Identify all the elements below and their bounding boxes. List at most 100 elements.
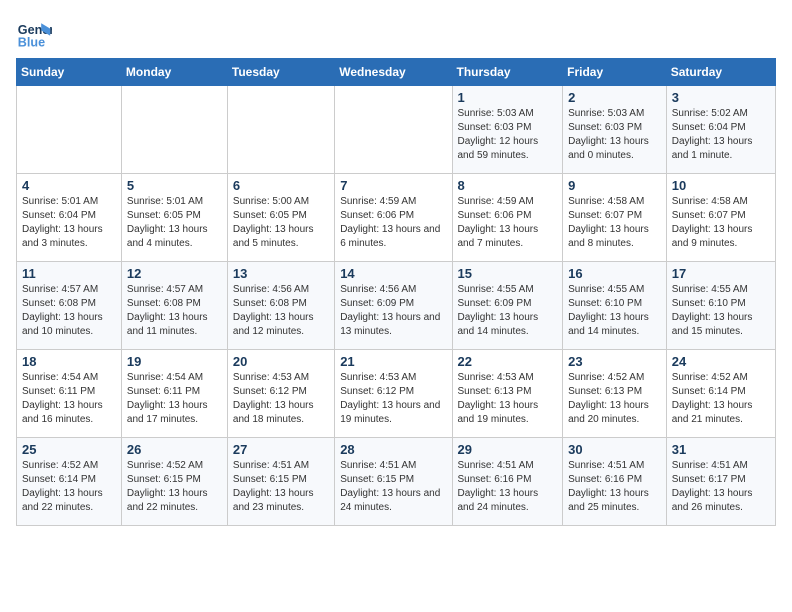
- day-cell: 13 Sunrise: 4:56 AMSunset: 6:08 PMDayligh…: [227, 262, 334, 350]
- day-info: Sunrise: 4:53 AMSunset: 6:13 PMDaylight:…: [458, 371, 558, 427]
- day-info: Sunrise: 4:53 AMSunset: 6:12 PMDaylight:…: [233, 371, 329, 427]
- day-number: 26: [127, 442, 222, 457]
- header-row: SundayMondayTuesdayWednesdayThursdayFrid…: [17, 59, 776, 86]
- day-info: Sunrise: 4:54 AMSunset: 6:11 PMDaylight:…: [22, 371, 116, 427]
- day-cell: 19 Sunrise: 4:54 AMSunset: 6:11 PMDayligh…: [121, 350, 227, 438]
- day-number: 24: [672, 354, 770, 369]
- day-cell: 9 Sunrise: 4:58 AMSunset: 6:07 PMDaylight…: [563, 174, 667, 262]
- day-info: Sunrise: 4:58 AMSunset: 6:07 PMDaylight:…: [568, 195, 661, 251]
- col-header-thursday: Thursday: [452, 59, 563, 86]
- day-cell: [121, 86, 227, 174]
- day-number: 23: [568, 354, 661, 369]
- day-number: 4: [22, 178, 116, 193]
- day-cell: 22 Sunrise: 4:53 AMSunset: 6:13 PMDayligh…: [452, 350, 563, 438]
- day-number: 22: [458, 354, 558, 369]
- day-number: 5: [127, 178, 222, 193]
- day-number: 18: [22, 354, 116, 369]
- day-cell: 10Sunrise: 4:58 AMSunset: 6:07 PMDayligh…: [666, 174, 775, 262]
- day-info: Sunrise: 4:52 AMSunset: 6:14 PMDaylight:…: [672, 371, 770, 427]
- day-info: Sunrise: 5:01 AMSunset: 6:05 PMDaylight:…: [127, 195, 222, 251]
- day-info: Sunrise: 4:56 AMSunset: 6:09 PMDaylight:…: [340, 283, 446, 339]
- week-row-4: 18 Sunrise: 4:54 AMSunset: 6:11 PMDayligh…: [17, 350, 776, 438]
- day-number: 1: [458, 90, 558, 105]
- day-info: Sunrise: 4:58 AMSunset: 6:07 PMDaylight:…: [672, 195, 770, 251]
- day-number: 30: [568, 442, 661, 457]
- day-number: 16: [568, 266, 661, 281]
- day-number: 25: [22, 442, 116, 457]
- day-cell: 21 Sunrise: 4:53 AMSunset: 6:12 PMDayligh…: [335, 350, 452, 438]
- day-number: 20: [233, 354, 329, 369]
- day-info: Sunrise: 4:55 AMSunset: 6:09 PMDaylight:…: [458, 283, 558, 339]
- col-header-sunday: Sunday: [17, 59, 122, 86]
- day-info: Sunrise: 4:59 AMSunset: 6:06 PMDaylight:…: [340, 195, 446, 251]
- col-header-tuesday: Tuesday: [227, 59, 334, 86]
- day-info: Sunrise: 5:02 AMSunset: 6:04 PMDaylight:…: [672, 107, 770, 163]
- day-number: 21: [340, 354, 446, 369]
- day-info: Sunrise: 4:51 AMSunset: 6:15 PMDaylight:…: [233, 459, 329, 515]
- day-info: Sunrise: 4:57 AMSunset: 6:08 PMDaylight:…: [22, 283, 116, 339]
- day-cell: 30Sunrise: 4:51 AMSunset: 6:16 PMDayligh…: [563, 438, 667, 526]
- day-info: Sunrise: 4:56 AMSunset: 6:08 PMDaylight:…: [233, 283, 329, 339]
- day-info: Sunrise: 4:52 AMSunset: 6:13 PMDaylight:…: [568, 371, 661, 427]
- day-cell: [227, 86, 334, 174]
- day-cell: 18 Sunrise: 4:54 AMSunset: 6:11 PMDayligh…: [17, 350, 122, 438]
- calendar-table: SundayMondayTuesdayWednesdayThursdayFrid…: [16, 58, 776, 526]
- day-cell: 5 Sunrise: 5:01 AMSunset: 6:05 PMDaylight…: [121, 174, 227, 262]
- day-number: 15: [458, 266, 558, 281]
- day-info: Sunrise: 4:51 AMSunset: 6:17 PMDaylight:…: [672, 459, 770, 515]
- day-cell: 26 Sunrise: 4:52 AMSunset: 6:15 PMDayligh…: [121, 438, 227, 526]
- day-cell: 17Sunrise: 4:55 AMSunset: 6:10 PMDayligh…: [666, 262, 775, 350]
- day-number: 14: [340, 266, 446, 281]
- day-number: 27: [233, 442, 329, 457]
- day-info: Sunrise: 4:51 AMSunset: 6:15 PMDaylight:…: [340, 459, 446, 515]
- day-cell: 4 Sunrise: 5:01 AMSunset: 6:04 PMDaylight…: [17, 174, 122, 262]
- day-cell: 24 Sunrise: 4:52 AMSunset: 6:14 PMDayligh…: [666, 350, 775, 438]
- day-info: Sunrise: 4:57 AMSunset: 6:08 PMDaylight:…: [127, 283, 222, 339]
- day-number: 19: [127, 354, 222, 369]
- day-info: Sunrise: 5:03 AMSunset: 6:03 PMDaylight:…: [458, 107, 558, 163]
- day-number: 11: [22, 266, 116, 281]
- day-number: 28: [340, 442, 446, 457]
- logo-icon: General Blue: [16, 16, 52, 52]
- day-number: 31: [672, 442, 770, 457]
- day-cell: [335, 86, 452, 174]
- day-cell: 7Sunrise: 4:59 AMSunset: 6:06 PMDaylight…: [335, 174, 452, 262]
- day-number: 12: [127, 266, 222, 281]
- day-info: Sunrise: 4:59 AMSunset: 6:06 PMDaylight:…: [458, 195, 558, 251]
- day-cell: 11 Sunrise: 4:57 AMSunset: 6:08 PMDayligh…: [17, 262, 122, 350]
- header: General Blue: [16, 16, 776, 52]
- day-number: 9: [568, 178, 661, 193]
- day-info: Sunrise: 4:52 AMSunset: 6:14 PMDaylight:…: [22, 459, 116, 515]
- day-number: 29: [458, 442, 558, 457]
- day-cell: 25 Sunrise: 4:52 AMSunset: 6:14 PMDayligh…: [17, 438, 122, 526]
- col-header-monday: Monday: [121, 59, 227, 86]
- day-number: 3: [672, 90, 770, 105]
- day-number: 13: [233, 266, 329, 281]
- day-cell: 15 Sunrise: 4:55 AMSunset: 6:09 PMDayligh…: [452, 262, 563, 350]
- day-cell: 31 Sunrise: 4:51 AMSunset: 6:17 PMDayligh…: [666, 438, 775, 526]
- week-row-2: 4 Sunrise: 5:01 AMSunset: 6:04 PMDaylight…: [17, 174, 776, 262]
- day-info: Sunrise: 4:53 AMSunset: 6:12 PMDaylight:…: [340, 371, 446, 427]
- day-info: Sunrise: 5:01 AMSunset: 6:04 PMDaylight:…: [22, 195, 116, 251]
- day-info: Sunrise: 4:54 AMSunset: 6:11 PMDaylight:…: [127, 371, 222, 427]
- day-cell: 3 Sunrise: 5:02 AMSunset: 6:04 PMDaylight…: [666, 86, 775, 174]
- day-cell: 28 Sunrise: 4:51 AMSunset: 6:15 PMDayligh…: [335, 438, 452, 526]
- day-info: Sunrise: 5:00 AMSunset: 6:05 PMDaylight:…: [233, 195, 329, 251]
- week-row-3: 11 Sunrise: 4:57 AMSunset: 6:08 PMDayligh…: [17, 262, 776, 350]
- day-number: 6: [233, 178, 329, 193]
- svg-text:Blue: Blue: [18, 36, 45, 50]
- week-row-1: 1 Sunrise: 5:03 AMSunset: 6:03 PMDaylight…: [17, 86, 776, 174]
- day-cell: 6 Sunrise: 5:00 AMSunset: 6:05 PMDaylight…: [227, 174, 334, 262]
- day-number: 2: [568, 90, 661, 105]
- day-cell: 8 Sunrise: 4:59 AMSunset: 6:06 PMDaylight…: [452, 174, 563, 262]
- week-row-5: 25 Sunrise: 4:52 AMSunset: 6:14 PMDayligh…: [17, 438, 776, 526]
- day-cell: 23 Sunrise: 4:52 AMSunset: 6:13 PMDayligh…: [563, 350, 667, 438]
- day-cell: 27 Sunrise: 4:51 AMSunset: 6:15 PMDayligh…: [227, 438, 334, 526]
- day-info: Sunrise: 4:51 AMSunset: 6:16 PMDaylight:…: [458, 459, 558, 515]
- day-info: Sunrise: 4:52 AMSunset: 6:15 PMDaylight:…: [127, 459, 222, 515]
- day-info: Sunrise: 5:03 AMSunset: 6:03 PMDaylight:…: [568, 107, 661, 163]
- col-header-wednesday: Wednesday: [335, 59, 452, 86]
- day-cell: 16Sunrise: 4:55 AMSunset: 6:10 PMDayligh…: [563, 262, 667, 350]
- day-number: 8: [458, 178, 558, 193]
- day-cell: 20 Sunrise: 4:53 AMSunset: 6:12 PMDayligh…: [227, 350, 334, 438]
